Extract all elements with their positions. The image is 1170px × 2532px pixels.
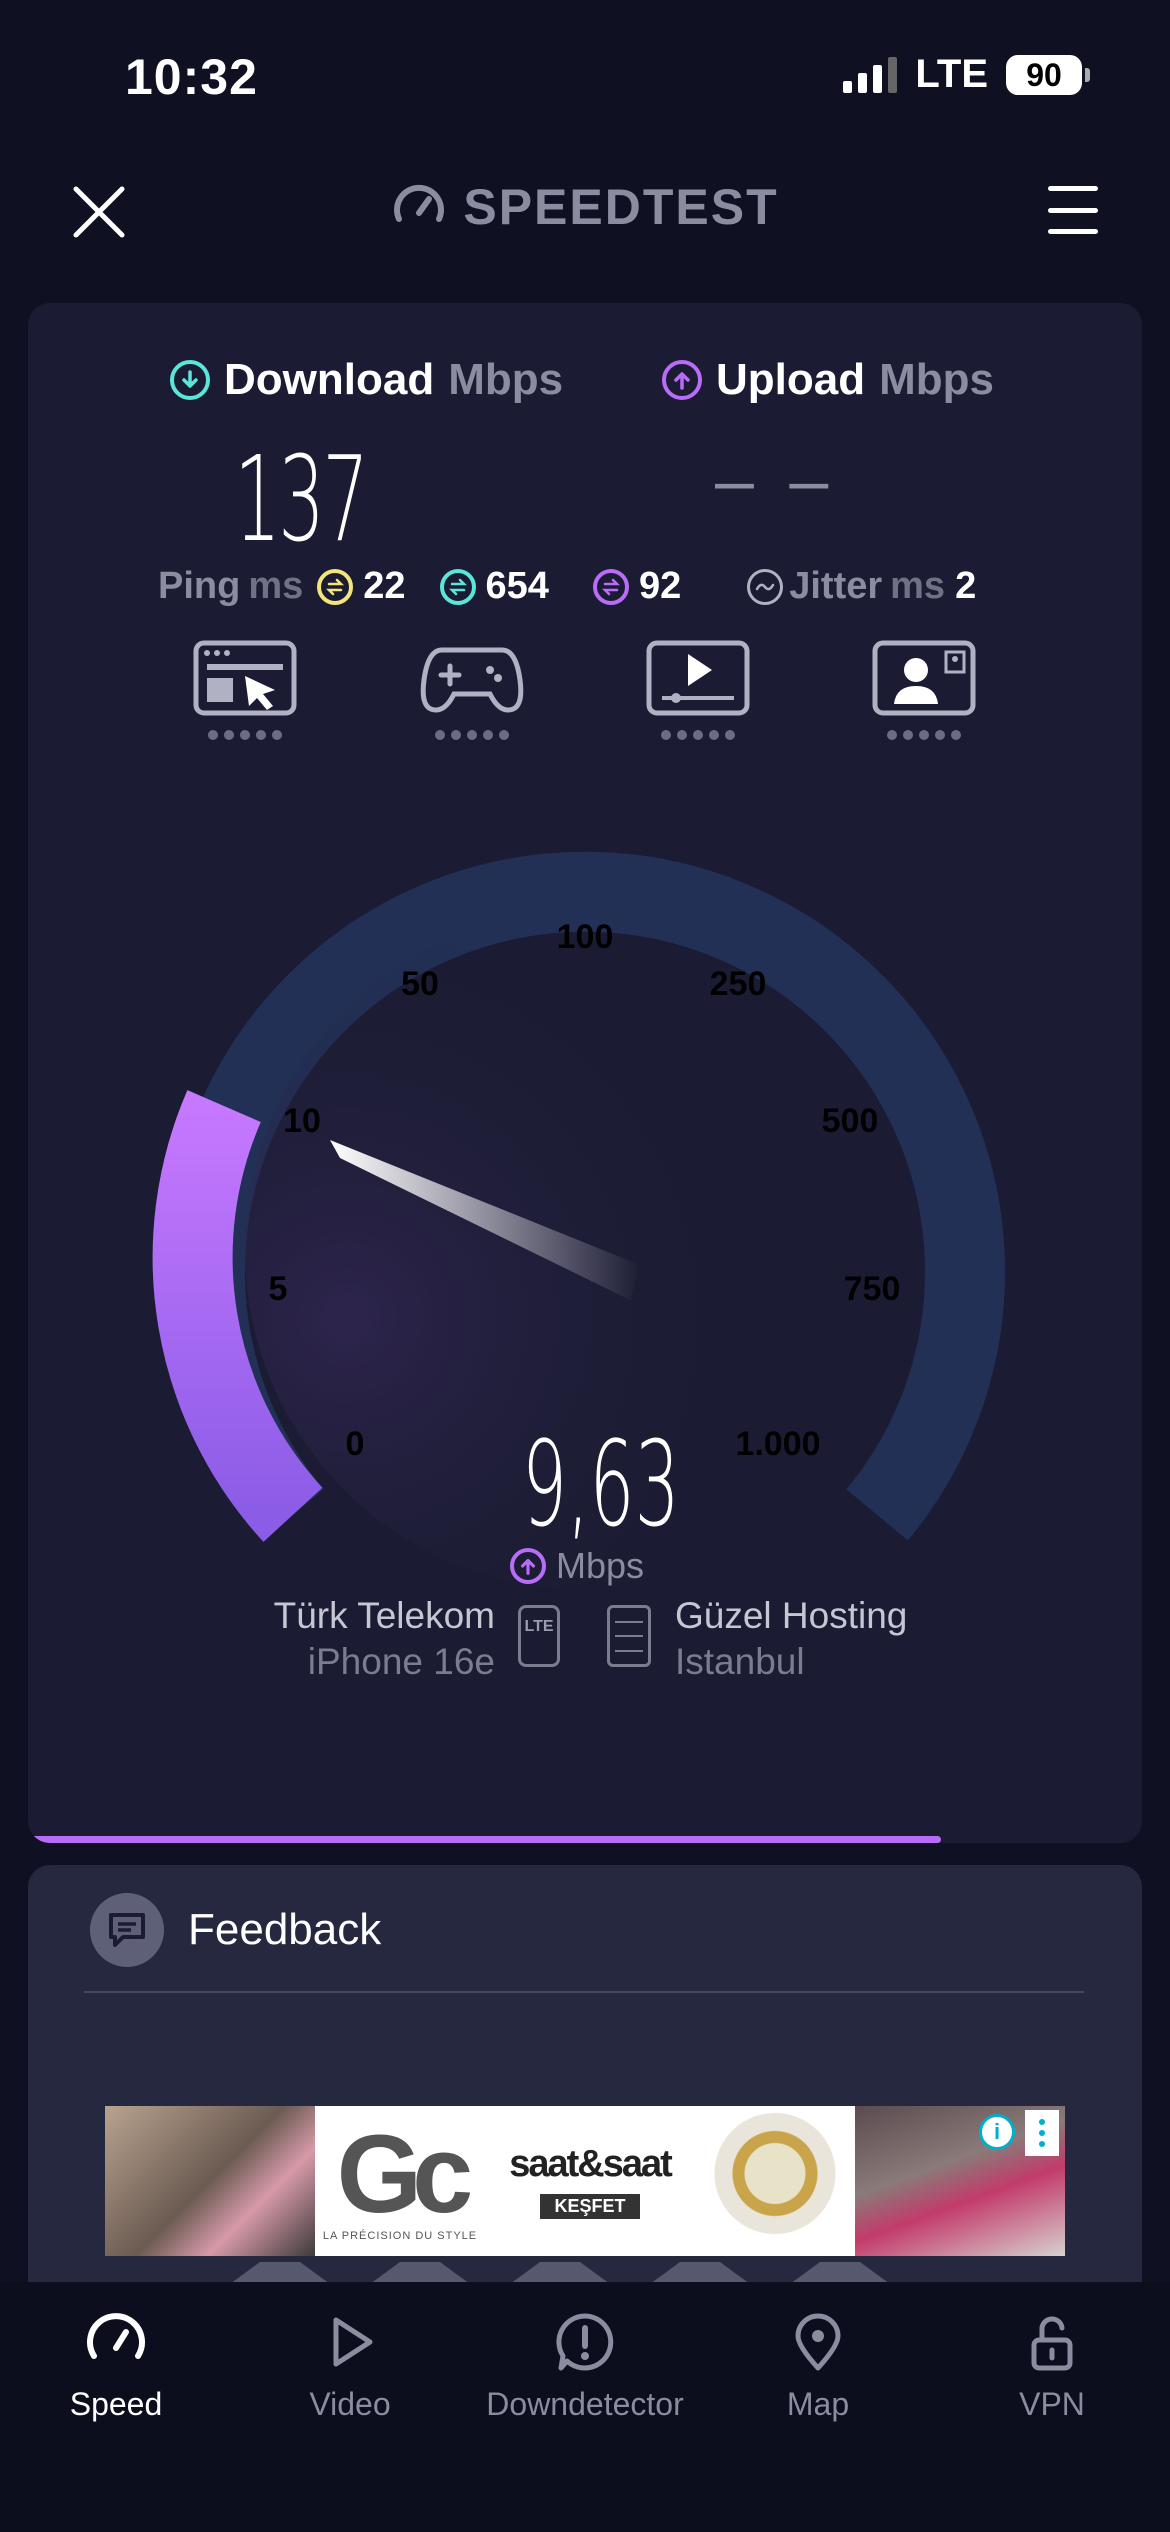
network-type: LTE bbox=[915, 52, 988, 96]
menu-button[interactable] bbox=[1038, 180, 1108, 240]
gauge-tick-label: 1.000 bbox=[735, 1425, 820, 1463]
upload-unit: Mbps bbox=[879, 355, 994, 404]
ad-logo-text: Gc bbox=[336, 2113, 474, 2236]
play-icon bbox=[333, 2317, 373, 2367]
ad-decoration bbox=[230, 2262, 890, 2284]
tab-label: Video bbox=[309, 2386, 391, 2422]
upload-arrow-icon bbox=[510, 1548, 546, 1584]
current-speed-value: 9,63 bbox=[522, 1415, 680, 1553]
tab-video[interactable]: Video bbox=[250, 2310, 450, 2423]
gaming-indicator[interactable] bbox=[417, 640, 527, 740]
hamburger-menu-icon bbox=[1048, 186, 1098, 191]
server-info[interactable]: Güzel Hosting Istanbul bbox=[675, 1595, 907, 1683]
ping-label: Ping bbox=[158, 565, 241, 607]
gauge-tick-label: 10 bbox=[283, 1102, 321, 1140]
ad-banner[interactable]: Gc LA PRÉCISION DU STYLE saat&saat KEŞFE… bbox=[105, 2106, 1065, 2256]
gauge-tick-label: 750 bbox=[844, 1270, 901, 1308]
isp-name: Türk Telekom bbox=[273, 1595, 495, 1636]
download-ping-icon bbox=[439, 568, 476, 605]
ad-brand-name: saat&saat bbox=[509, 2143, 673, 2185]
gauge-tick-label: 500 bbox=[822, 1102, 879, 1140]
tab-label: Map bbox=[786, 2386, 850, 2422]
upload-heading: Upload Mbps bbox=[662, 355, 994, 405]
ad-photo bbox=[105, 2106, 315, 2256]
jitter-icon bbox=[747, 568, 784, 605]
ping-unit: ms bbox=[248, 565, 304, 607]
download-unit: Mbps bbox=[448, 355, 564, 404]
ad-photo: i bbox=[855, 2106, 1065, 2256]
gauge-tick-label: 0 bbox=[346, 1425, 365, 1463]
ad-info-icon[interactable]: i bbox=[979, 2114, 1015, 2150]
status-time: 10:32 bbox=[125, 49, 258, 105]
tab-label: Speed bbox=[69, 2386, 163, 2422]
ping-row: Ping ms 22 654 92 Jitter ms 2 bbox=[158, 565, 976, 608]
device-name: iPhone 16e bbox=[307, 1641, 495, 1682]
gauge-tick-label: 250 bbox=[710, 965, 767, 1003]
ad-watch-image bbox=[695, 2106, 855, 2256]
alert-icon bbox=[556, 2313, 614, 2371]
tab-vpn[interactable]: VPN bbox=[952, 2310, 1152, 2423]
feedback-label: Feedback bbox=[188, 1905, 382, 1954]
download-heading: Download Mbps bbox=[170, 355, 563, 405]
battery-icon: 90 bbox=[1006, 54, 1090, 95]
isp-info[interactable]: Türk Telekom iPhone 16e bbox=[274, 1595, 495, 1683]
gaming-icon bbox=[420, 647, 524, 713]
tab-speed[interactable]: Speed bbox=[16, 2310, 216, 2423]
video-streaming-icon bbox=[646, 640, 750, 716]
tab-map[interactable]: Map bbox=[718, 2310, 918, 2423]
signal-icon bbox=[843, 56, 898, 93]
download-value: 137 bbox=[234, 430, 369, 568]
ad-brand: saat&saat KEŞFET bbox=[485, 2106, 695, 2256]
chat-bubble-icon bbox=[90, 1893, 164, 1967]
logo-text: SPEEDTEST bbox=[463, 179, 779, 235]
video-call-indicator[interactable] bbox=[869, 640, 979, 740]
download-label: Download bbox=[224, 355, 435, 404]
upload-ping-value: 92 bbox=[638, 565, 682, 607]
jitter-value: 2 bbox=[955, 565, 977, 607]
ad-cta: KEŞFET bbox=[540, 2194, 640, 2219]
upload-value: – – bbox=[715, 441, 837, 519]
server-location: Istanbul bbox=[675, 1641, 805, 1682]
gauge-tick-label: 50 bbox=[401, 965, 439, 1003]
download-arrow-icon bbox=[170, 360, 210, 400]
jitter-unit: ms bbox=[890, 565, 946, 607]
tab-downdetector[interactable]: Downdetector bbox=[485, 2310, 685, 2423]
web-browsing-icon bbox=[193, 640, 297, 716]
ad-more-icon[interactable] bbox=[1025, 2110, 1059, 2156]
battery-level: 90 bbox=[1006, 54, 1082, 95]
download-ping-value: 654 bbox=[485, 565, 549, 607]
video-call-icon bbox=[872, 640, 976, 716]
speedometer-icon bbox=[394, 184, 445, 222]
map-pin-icon bbox=[795, 2313, 841, 2371]
network-badge: LTE bbox=[524, 1618, 554, 1635]
divider bbox=[84, 1991, 1084, 1993]
video-streaming-indicator[interactable] bbox=[643, 640, 753, 740]
upload-ping-icon bbox=[592, 568, 629, 605]
tab-label: Downdetector bbox=[486, 2386, 684, 2422]
tab-label: VPN bbox=[1019, 2386, 1085, 2422]
test-progress-bar bbox=[28, 1836, 942, 1843]
ad-logo: Gc LA PRÉCISION DU STYLE bbox=[315, 2106, 485, 2256]
speed-unit-label: Mbps bbox=[556, 1545, 645, 1586]
current-speed-unit: Mbps bbox=[510, 1545, 644, 1587]
upload-arrow-icon bbox=[662, 360, 702, 400]
gauge-tick-label: 100 bbox=[557, 918, 614, 956]
app-logo: SPEEDTEST bbox=[0, 178, 1170, 236]
gauge-tick-label: 5 bbox=[269, 1270, 288, 1308]
server-icon bbox=[607, 1605, 651, 1667]
unlock-icon bbox=[1031, 2316, 1073, 2371]
upload-label: Upload bbox=[716, 355, 866, 404]
lte-phone-icon: LTE bbox=[518, 1605, 560, 1667]
idle-ping-value: 22 bbox=[363, 565, 406, 607]
idle-ping-icon bbox=[317, 568, 354, 605]
jitter-label: Jitter bbox=[789, 565, 883, 607]
web-browsing-indicator[interactable] bbox=[190, 640, 300, 740]
ad-tagline: LA PRÉCISION DU STYLE bbox=[322, 2230, 478, 2242]
server-name: Güzel Hosting bbox=[675, 1595, 908, 1636]
status-indicators: LTE 90 bbox=[843, 52, 1090, 97]
speed-gauge-icon bbox=[87, 2313, 145, 2359]
feedback-button[interactable]: Feedback bbox=[90, 1893, 381, 1967]
